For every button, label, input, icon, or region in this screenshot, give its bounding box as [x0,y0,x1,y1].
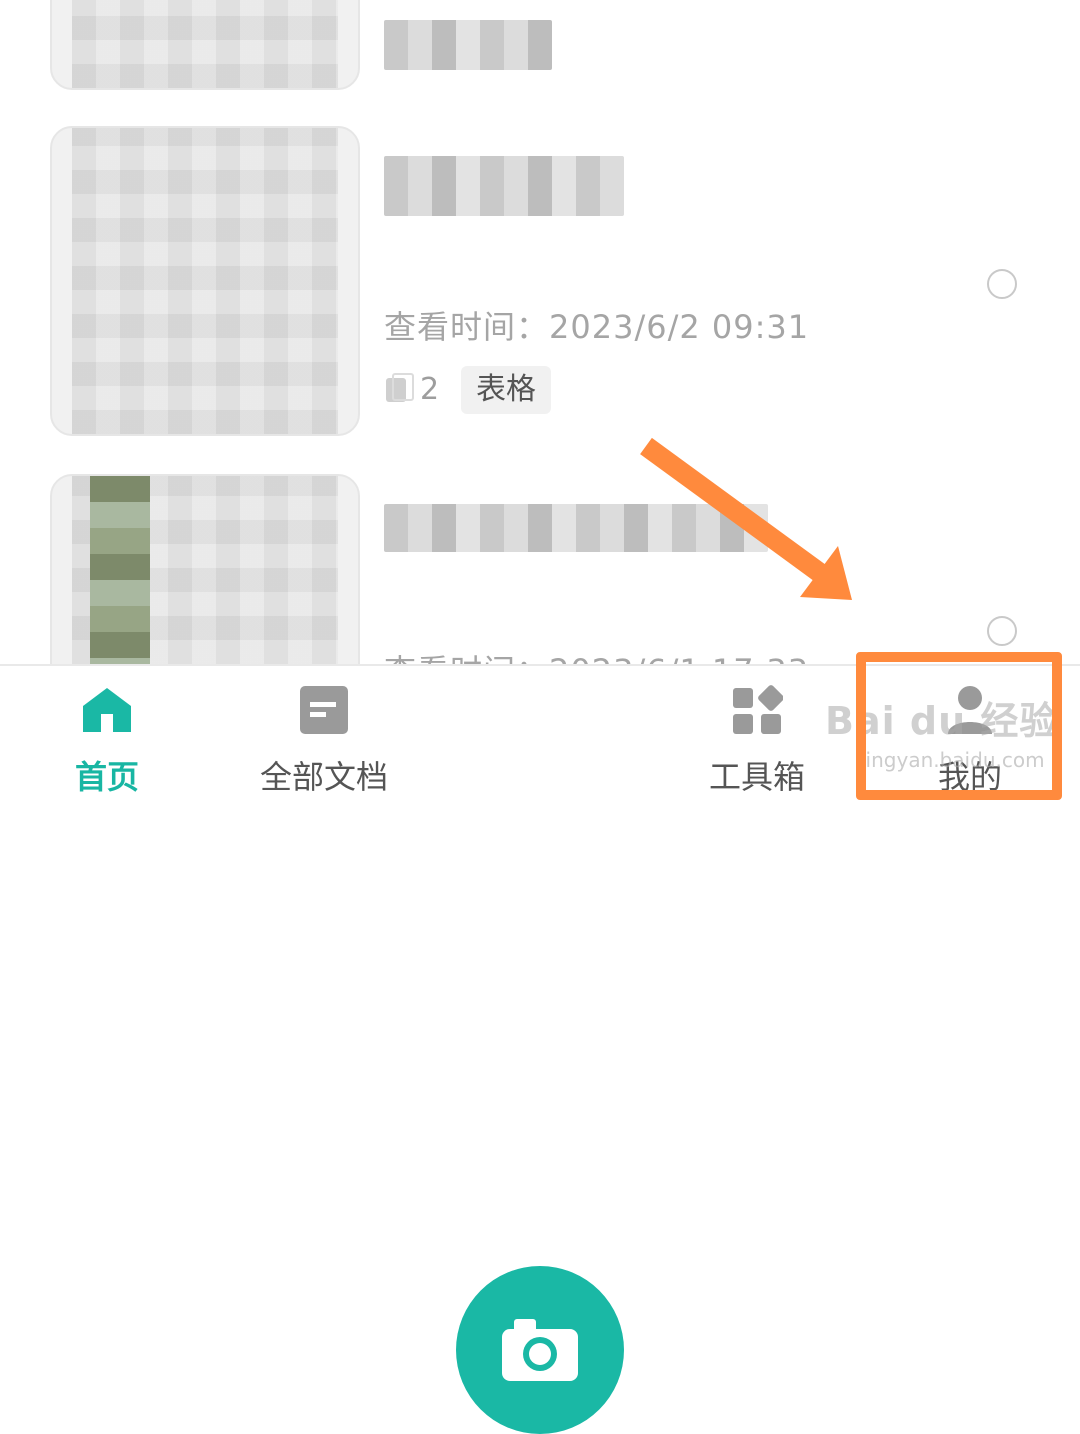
view-time: 查看时间：2023/6/2 09:31 [384,308,810,346]
document-item[interactable]: 查看时间：2023/6/1 17:33 [0,474,1080,665]
highlight-box [856,652,1062,800]
document-icon [300,686,348,734]
document-thumbnail[interactable] [50,474,360,665]
tab-label: 工具箱 [708,758,805,796]
document-thumbnail[interactable] [50,126,360,436]
home-icon [83,688,131,732]
document-list: 查看时间：2023/6/2 09:31 2 表格 查看时间：2023/6/1 1… [0,0,1080,665]
document-item[interactable] [0,0,1080,90]
tab-label: 全部文档 [259,758,388,796]
document-tag: 表格 [461,366,551,414]
tab-home[interactable]: 首页 [7,666,207,812]
select-radio[interactable] [987,269,1017,299]
document-thumbnail[interactable] [50,0,360,90]
camera-button[interactable] [456,1266,624,1434]
document-item[interactable]: 查看时间：2023/6/2 09:31 2 表格 [0,126,1080,446]
page-count-value: 2 [420,372,440,407]
tab-all-documents[interactable]: 全部文档 [224,666,424,812]
view-time: 查看时间：2023/6/1 17:33 [384,646,809,665]
document-title-blurred [384,156,624,216]
pages-icon [386,372,414,402]
camera-icon [502,1319,578,1381]
select-radio[interactable] [987,616,1017,646]
document-title-blurred [384,504,768,552]
document-title-blurred [384,20,552,70]
page-count: 2 [386,372,439,407]
toolbox-icon [733,685,783,734]
tab-label: 首页 [74,758,139,796]
